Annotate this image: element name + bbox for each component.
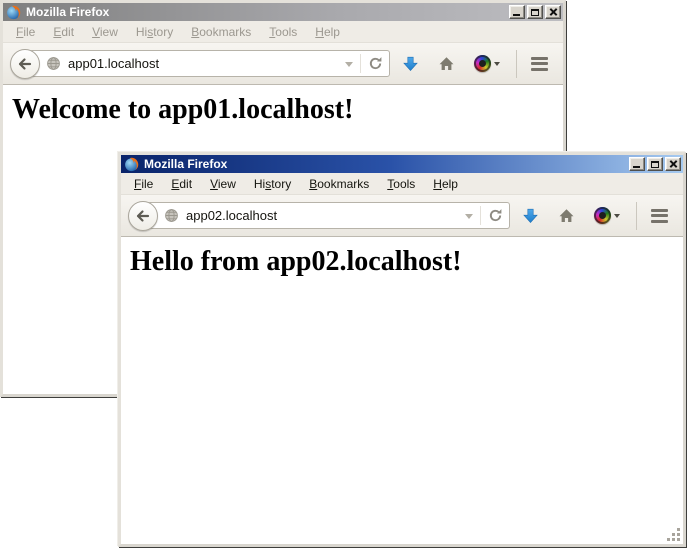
downloads-button[interactable]: [394, 48, 426, 80]
addon-dropdown-icon: [494, 62, 500, 69]
site-identity-globe-icon[interactable]: [164, 208, 179, 223]
site-identity-globe-icon[interactable]: [46, 56, 61, 71]
maximize-icon: [531, 9, 539, 16]
back-button[interactable]: [128, 201, 158, 231]
maximize-icon: [651, 161, 659, 168]
menu-bookmarks[interactable]: Bookmarks: [182, 22, 260, 42]
window-title: Mozilla Firefox: [24, 3, 506, 21]
navigation-toolbar: app02.localhost: [121, 195, 683, 237]
menu-file[interactable]: File: [125, 174, 162, 194]
url-bar[interactable]: app01.localhost: [29, 50, 390, 77]
menu-edit[interactable]: Edit: [162, 174, 201, 194]
app-menu-button[interactable]: [643, 200, 675, 232]
minimize-button[interactable]: [509, 5, 525, 19]
toolbar-separator: [636, 202, 637, 230]
menu-file[interactable]: File: [7, 22, 44, 42]
minimize-icon: [633, 166, 640, 168]
close-button[interactable]: [545, 5, 561, 19]
url-input[interactable]: app01.localhost: [61, 56, 343, 71]
home-button[interactable]: [550, 200, 582, 232]
menu-history[interactable]: History: [127, 22, 182, 42]
download-arrow-icon: [402, 56, 419, 72]
back-button[interactable]: [10, 49, 40, 79]
toolbar-separator: [516, 50, 517, 78]
addon-button[interactable]: [466, 48, 508, 80]
titlebar[interactable]: Mozilla Firefox: [121, 155, 683, 173]
url-input[interactable]: app02.localhost: [179, 208, 463, 223]
home-icon: [558, 208, 575, 224]
window-body: Mozilla Firefox File Edit View History B…: [121, 155, 683, 544]
maximize-button[interactable]: [527, 5, 543, 19]
downloads-button[interactable]: [514, 200, 546, 232]
close-icon: [669, 160, 678, 169]
menu-bookmarks[interactable]: Bookmarks: [300, 174, 378, 194]
color-wheel-addon-icon: [474, 55, 491, 72]
addon-button[interactable]: [586, 200, 628, 232]
menu-bar: File Edit View History Bookmarks Tools H…: [121, 173, 683, 195]
menu-help[interactable]: Help: [424, 174, 467, 194]
app-menu-button[interactable]: [523, 48, 555, 80]
addon-dropdown-icon: [614, 214, 620, 221]
urlbar-dropdown-icon[interactable]: [345, 62, 353, 71]
reload-button[interactable]: [486, 207, 504, 225]
home-icon: [438, 56, 455, 72]
page-heading: Welcome to app01.localhost!: [12, 94, 555, 126]
menu-view[interactable]: View: [201, 174, 245, 194]
color-wheel-addon-icon: [594, 207, 611, 224]
close-icon: [549, 8, 558, 17]
download-arrow-icon: [522, 208, 539, 224]
hamburger-icon: [531, 57, 548, 71]
page-heading: Hello from app02.localhost!: [130, 246, 675, 278]
menu-history[interactable]: History: [245, 174, 300, 194]
home-button[interactable]: [430, 48, 462, 80]
url-bar[interactable]: app02.localhost: [147, 202, 510, 229]
firefox-icon: [124, 157, 139, 172]
window-controls: [509, 5, 561, 19]
close-button[interactable]: [665, 157, 681, 171]
navigation-toolbar: app01.localhost: [3, 43, 563, 85]
menu-bar: File Edit View History Bookmarks Tools H…: [3, 21, 563, 43]
hamburger-icon: [651, 209, 668, 223]
menu-edit[interactable]: Edit: [44, 22, 83, 42]
menu-view[interactable]: View: [83, 22, 127, 42]
urlbar-dropdown-icon[interactable]: [465, 214, 473, 223]
minimize-icon: [513, 14, 520, 16]
page-content: Hello from app02.localhost!: [121, 237, 683, 544]
window-controls: [629, 157, 681, 171]
window-title: Mozilla Firefox: [142, 155, 626, 173]
urlbar-separator: [360, 54, 361, 73]
back-arrow-icon: [17, 56, 33, 72]
titlebar[interactable]: Mozilla Firefox: [3, 3, 563, 21]
urlbar-separator: [480, 206, 481, 225]
minimize-button[interactable]: [629, 157, 645, 171]
menu-tools[interactable]: Tools: [260, 22, 306, 42]
back-arrow-icon: [135, 208, 151, 224]
firefox-icon: [6, 5, 21, 20]
browser-window-app02[interactable]: Mozilla Firefox File Edit View History B…: [118, 152, 686, 547]
menu-tools[interactable]: Tools: [378, 174, 424, 194]
menu-help[interactable]: Help: [306, 22, 349, 42]
resize-grip[interactable]: [667, 528, 681, 542]
maximize-button[interactable]: [647, 157, 663, 171]
reload-button[interactable]: [366, 55, 384, 73]
